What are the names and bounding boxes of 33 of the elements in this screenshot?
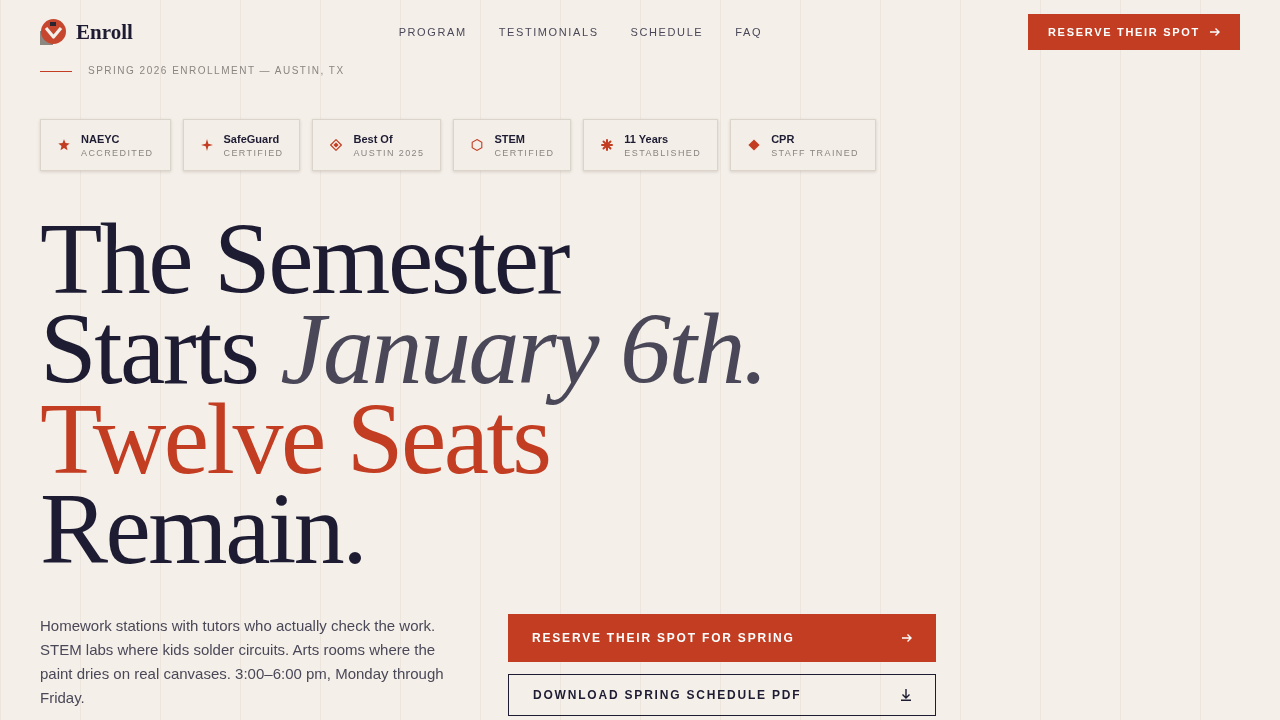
brand-name: Enroll — [76, 19, 133, 45]
badge-title: Best Of — [353, 131, 394, 146]
nav-link[interactable]: FAQ — [735, 26, 763, 38]
eyebrow-text: SPRING 2026 ENROLLMENT — AUSTIN, TX — [88, 65, 345, 77]
badge-subtitle: STAFF TRAINED — [771, 146, 859, 159]
reserve-button[interactable]: RESERVE THEIR SPOT — [1027, 14, 1240, 50]
badge-title: CPR — [771, 131, 796, 146]
download-button[interactable]: DOWNLOAD SPRING SCHEDULE PDF — [508, 674, 936, 716]
hexagon-icon — [471, 139, 484, 151]
badge-subtitle: CERTIFIED — [223, 146, 284, 159]
badge-subtitle: CERTIFIED — [494, 146, 555, 159]
diamond-icon — [748, 139, 761, 151]
logo-icon — [40, 19, 66, 45]
intro-paragraph: Homework stations with tutors who actually check the work. STEM labs where kids solder circuits. Arts rooms where the paint dries on real canvases. 3:00–6:00 pm, Monday through Friday. — [40, 616, 445, 708]
arrow-icon — [1210, 27, 1220, 37]
asterisk-icon — [601, 139, 614, 151]
reserve-button[interactable]: RESERVE THEIR SPOT FOR SPRING — [508, 614, 936, 662]
star-icon — [58, 139, 70, 151]
badge-subtitle: ESTABLISHED — [624, 146, 702, 159]
badge-title: NAEYC — [81, 131, 121, 146]
badge-title: STEM — [494, 131, 526, 146]
hero-heading: The Semester Starts January 6th. Twelve Seats Remain. — [40, 214, 766, 574]
badge-subtitle: ACCREDITED — [81, 146, 154, 159]
nav-link[interactable]: PROGRAM — [398, 26, 467, 38]
badge-subtitle: AUSTIN 2025 — [353, 146, 425, 159]
badge-title: 11 Years — [624, 131, 670, 146]
nav-link[interactable]: TESTIMONIALS — [498, 26, 599, 38]
download-icon — [901, 689, 911, 701]
sparkle-icon — [200, 139, 213, 151]
arrow-icon — [902, 633, 912, 643]
nav-link[interactable]: SCHEDULE — [630, 26, 704, 38]
badge-title: SafeGuard — [223, 131, 281, 146]
diamond-icon — [330, 139, 343, 151]
